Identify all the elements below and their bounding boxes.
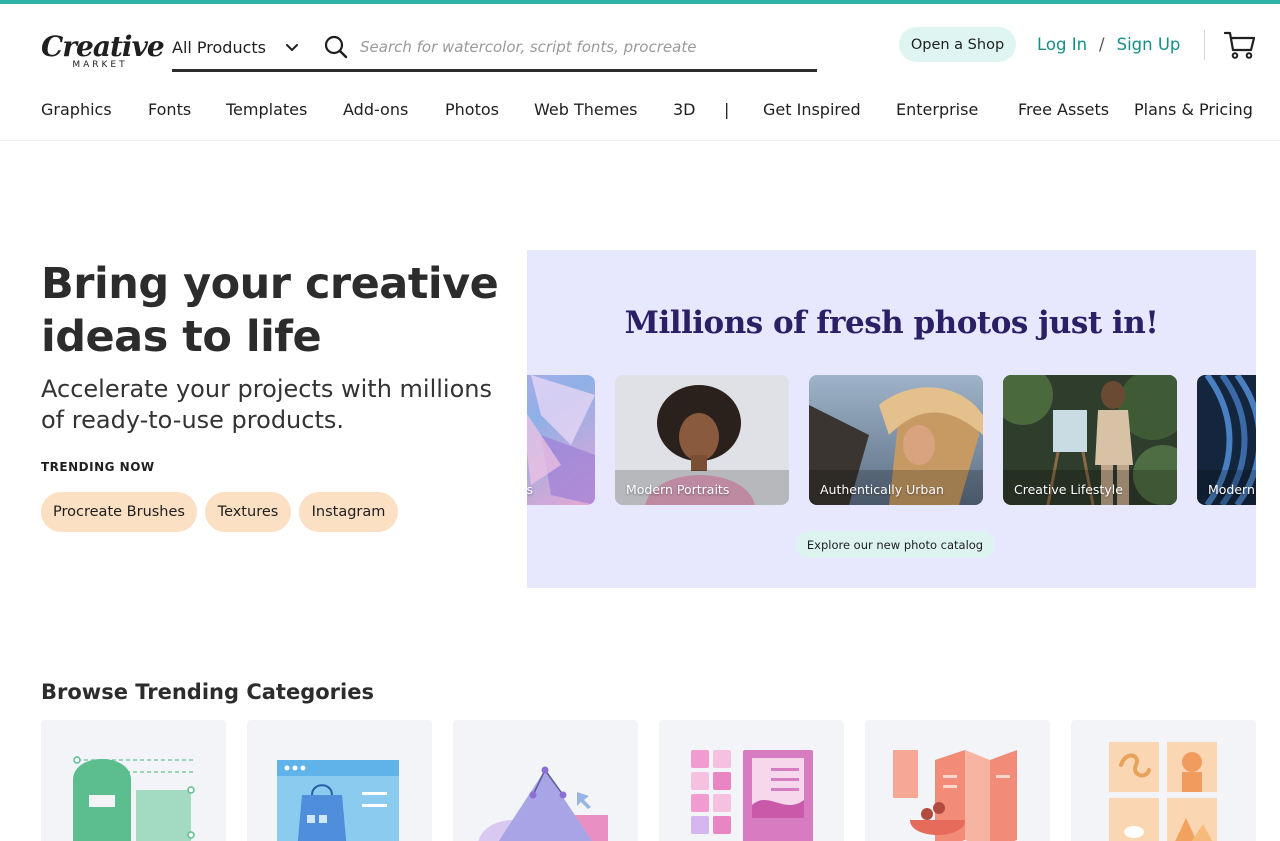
nav-add-ons[interactable]: Add-ons [343, 100, 408, 119]
photo-card-modern[interactable]: Modern [1197, 375, 1256, 505]
auth-links: Log In / Sign Up [1037, 32, 1180, 56]
nav-divider: | [724, 100, 730, 119]
category-tile-templates[interactable] [659, 720, 844, 841]
category-tile-fonts[interactable] [41, 720, 226, 841]
nav-plans-pricing[interactable]: Plans & Pricing [1134, 100, 1253, 119]
photo-card-label: s [527, 482, 533, 497]
nav-templates[interactable]: Templates [226, 100, 307, 119]
photo-card-creative-lifestyle[interactable]: Creative Lifestyle [1003, 375, 1177, 505]
brochure-illustration-icon [893, 750, 1017, 841]
nav-3d[interactable]: 3D [673, 100, 696, 119]
category-tile-photos[interactable] [1071, 720, 1256, 841]
search-input[interactable] [360, 32, 800, 62]
header-divider [1204, 30, 1205, 60]
3d-illustration-icon [478, 766, 608, 841]
log-in-link[interactable]: Log In [1037, 35, 1087, 54]
nav-enterprise[interactable]: Enterprise [896, 100, 978, 119]
photos-illustration-icon [1109, 742, 1217, 841]
photo-card-label: Modern Portraits [626, 482, 730, 497]
trending-chip-procreate-brushes[interactable]: Procreate Brushes [41, 492, 197, 532]
search-bar: All Products [172, 26, 817, 72]
photo-card-label: Authentically Urban [820, 482, 944, 497]
promo-title: Millions of fresh photos just in! [624, 305, 1159, 341]
nav-graphics[interactable]: Graphics [41, 100, 112, 119]
trending-chip-textures[interactable]: Textures [205, 492, 291, 532]
photo-card-label: Modern [1208, 482, 1255, 497]
nav-fonts[interactable]: Fonts [148, 100, 191, 119]
photo-card-modern-portraits[interactable]: Modern Portraits [615, 375, 789, 505]
fonts-illustration-icon [73, 756, 196, 841]
all-products-label: All Products [172, 37, 267, 57]
category-tile-print[interactable] [865, 720, 1050, 841]
hero-subtitle: Accelerate your projects with millions o… [41, 375, 492, 434]
logo-wordmark: Creative [41, 30, 165, 63]
cart-icon[interactable] [1224, 30, 1256, 60]
trending-now-label: TRENDING NOW [41, 460, 155, 474]
browse-trending-title: Browse Trending Categories [41, 680, 374, 704]
nav-free-assets[interactable]: Free Assets [1018, 100, 1109, 119]
creative-market-logo[interactable]: Creative MARKET [41, 30, 165, 74]
templates-illustration-icon [691, 750, 813, 841]
category-nav: Graphics Fonts Templates Add-ons Photos … [0, 100, 1280, 124]
trending-chip-instagram[interactable]: Instagram [299, 492, 398, 532]
photo-card-authentically-urban[interactable]: Authentically Urban [809, 375, 983, 505]
chevron-down-icon [286, 44, 299, 51]
photos-promo-banner[interactable]: Millions of fresh photos just in! s Mode… [527, 250, 1256, 588]
photo-card-abstract[interactable]: s [527, 375, 595, 505]
hero-title: Bring your creative ideas to life [41, 259, 499, 362]
category-tile-web-themes[interactable] [247, 720, 432, 841]
open-a-shop-button[interactable]: Open a Shop [899, 27, 1016, 62]
sign-up-link[interactable]: Sign Up [1117, 35, 1181, 54]
nav-web-themes[interactable]: Web Themes [534, 100, 638, 119]
auth-separator: / [1099, 34, 1105, 54]
nav-get-inspired[interactable]: Get Inspired [763, 100, 861, 119]
all-products-dropdown[interactable]: All Products [172, 35, 300, 59]
web-themes-illustration-icon [277, 760, 399, 841]
category-tile-3d[interactable] [453, 720, 638, 841]
abstract-photo-image [527, 375, 595, 505]
nav-photos[interactable]: Photos [445, 100, 499, 119]
photo-card-label: Creative Lifestyle [1014, 482, 1123, 497]
search-icon[interactable] [324, 35, 348, 59]
explore-photo-catalog-button[interactable]: Explore our new photo catalog [795, 531, 995, 558]
top-accent-bar [0, 0, 1280, 4]
header-bottom-border [0, 140, 1280, 141]
